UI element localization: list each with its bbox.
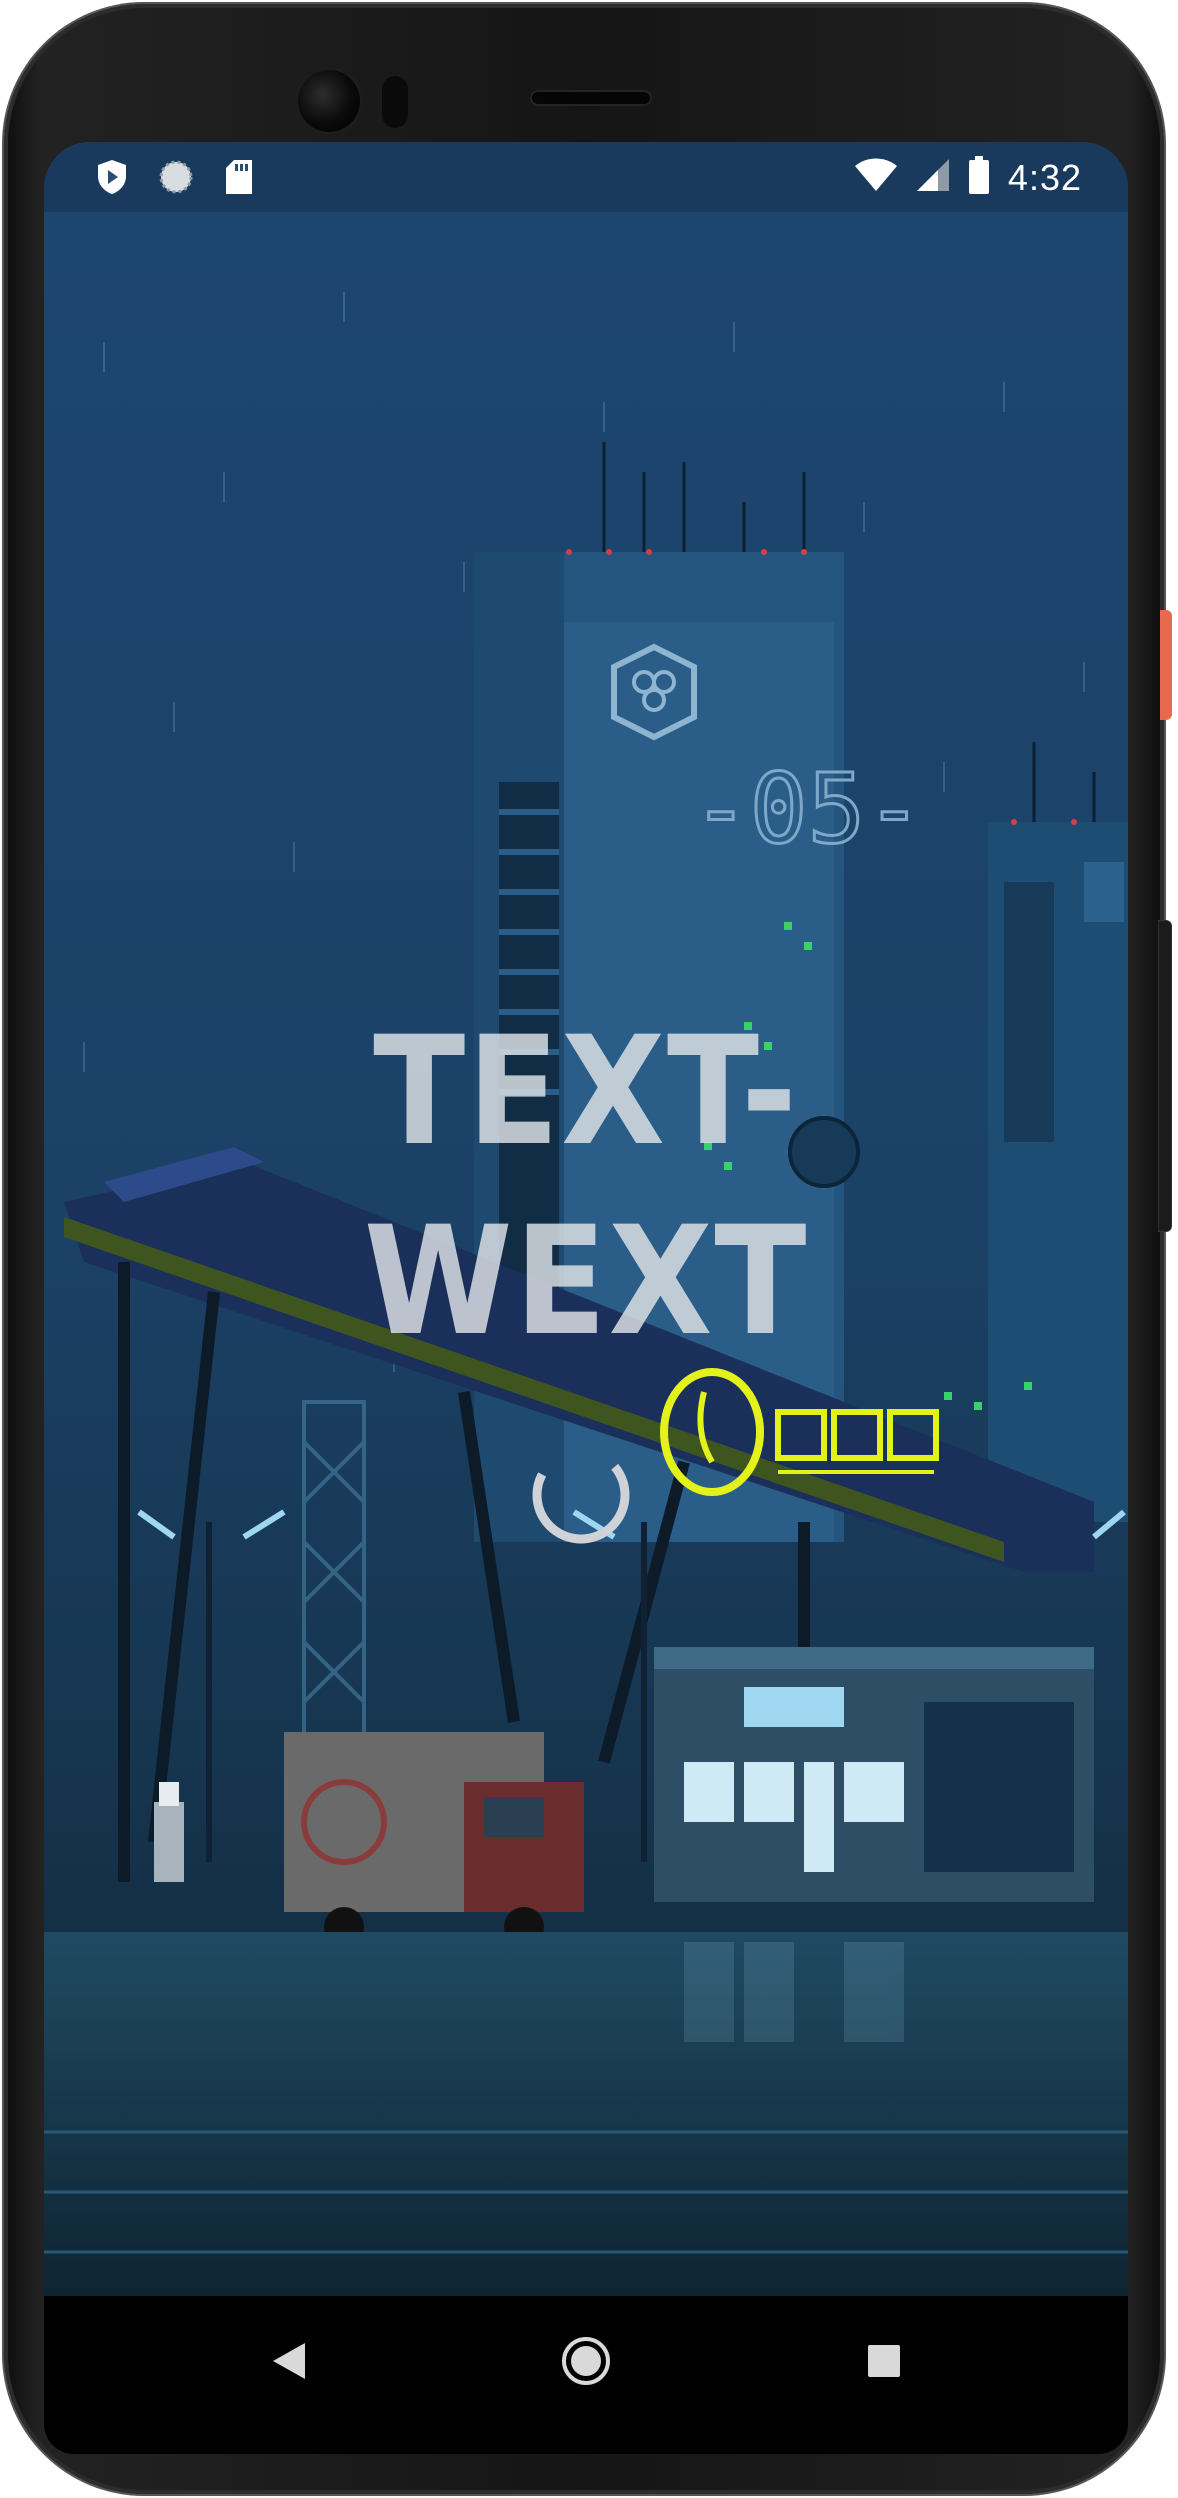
- battery-icon: [968, 156, 990, 199]
- front-camera: [298, 70, 360, 132]
- screen: -05- 4:32 TEXT- WEXT: [44, 142, 1128, 2296]
- wifi-icon: [854, 158, 898, 197]
- status-time: 4:32: [1007, 156, 1082, 198]
- sync-circle-icon: [158, 159, 194, 200]
- back-triangle-icon: [273, 2343, 305, 2379]
- status-bar: 4:32: [44, 142, 1128, 212]
- home-circle-icon: [562, 2337, 610, 2385]
- volume-rocker[interactable]: [1158, 920, 1172, 1232]
- navigation-bar: [44, 2296, 1128, 2424]
- app-title-line-2: WEXT: [363, 1195, 809, 1369]
- loading-spinner: [532, 1446, 630, 1544]
- proximity-sensor: [382, 76, 408, 128]
- phone-chin: [44, 2424, 1128, 2454]
- earpiece-speaker: [530, 90, 652, 106]
- play-protect-icon: [96, 158, 128, 201]
- app-title-line-1: TEXT-: [373, 1005, 799, 1179]
- home-button[interactable]: [551, 2326, 621, 2396]
- back-button[interactable]: [254, 2326, 324, 2396]
- svg-text:-05-: -05-: [692, 753, 923, 865]
- recents-button[interactable]: [849, 2326, 919, 2396]
- recents-square-icon: [868, 2345, 900, 2377]
- cell-signal-icon: [916, 158, 950, 197]
- power-button[interactable]: [1160, 610, 1172, 720]
- sd-card-icon: [224, 159, 254, 200]
